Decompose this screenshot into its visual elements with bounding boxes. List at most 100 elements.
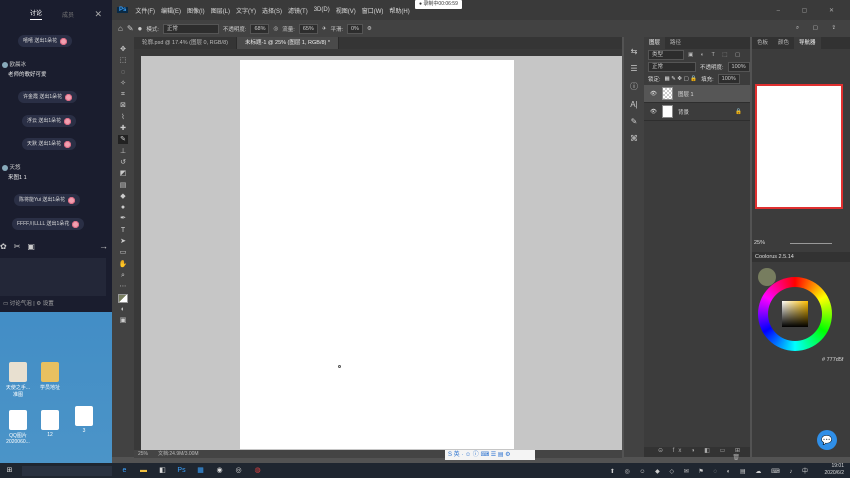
desktop-folder-icon[interactable]: 学员地址 (36, 362, 64, 391)
app-icon[interactable]: ◉ (213, 466, 226, 476)
fill-input[interactable]: 100% (717, 74, 740, 84)
color-wheel[interactable] (758, 277, 832, 351)
lasso-tool-icon[interactable]: ◌ (118, 68, 128, 77)
layer-row[interactable]: 👁 图层 1 (644, 85, 750, 103)
chrome-icon[interactable]: ◎ (232, 466, 245, 476)
ime-toolbar[interactable]: S 英 · ☺ ⓘ ⌨ ☰ ▤ ⚙ (445, 450, 535, 460)
taskbar-search[interactable] (22, 465, 112, 476)
frame-tool-icon[interactable]: ⊠ (118, 101, 128, 110)
navigator-zoom[interactable]: 25% (754, 240, 765, 246)
windows-start-icon[interactable]: ⊞ (3, 466, 16, 476)
mode-select[interactable]: 正常 (162, 23, 219, 34)
more-tools-icon[interactable]: ⋯ (118, 282, 128, 291)
tab-navigator[interactable]: 导航器 (794, 37, 821, 49)
tab-discuss[interactable]: 讨论 (30, 8, 43, 20)
menu-type[interactable]: 文字(Y) (233, 6, 259, 15)
chat-input[interactable] (0, 258, 106, 296)
gradient-tool-icon[interactable]: ▤ (118, 181, 128, 190)
image-icon[interactable]: ▣ (27, 242, 35, 251)
tab-members[interactable]: 成员 (62, 10, 74, 19)
menu-file[interactable]: 文件(F) (132, 6, 158, 15)
menu-image[interactable]: 图像(I) (184, 6, 208, 15)
home-icon[interactable]: ⌂ (118, 24, 123, 33)
layer-row[interactable]: 👁 背景 🔒 (644, 103, 750, 121)
eyedropper-icon[interactable]: ⌇ (118, 113, 128, 122)
filter-icons[interactable]: ▣ ◐ T ⬚ ▢ (688, 52, 743, 58)
eye-icon[interactable]: 👁 (650, 91, 657, 97)
menu-filter[interactable]: 滤镜(T) (285, 6, 311, 15)
character-icon[interactable]: A| (630, 100, 637, 109)
lock-icons[interactable]: ▦ ✎ ✥ ▢ 🔒 (665, 76, 698, 82)
screen-mode-icon[interactable]: ▣ (118, 316, 128, 325)
send-arrow-icon[interactable]: → (99, 241, 108, 251)
settings-button[interactable]: 设置 (43, 301, 54, 307)
close-icon[interactable]: ✕ (94, 9, 102, 20)
desktop-icon[interactable]: 天使之手... 准图 (4, 362, 32, 398)
tab-layers[interactable]: 图层 (644, 37, 666, 49)
zoom-tool-icon[interactable]: ⌕ (118, 271, 128, 280)
brush-settings-icon[interactable]: ✎ (631, 117, 638, 126)
move-tool-icon[interactable]: ✥ (118, 45, 128, 54)
layer-filter-select[interactable]: 类型 (648, 50, 684, 60)
tab-swatches[interactable]: 色板 (752, 37, 773, 49)
desktop-icon[interactable]: 12 (36, 410, 64, 438)
app-icon[interactable]: ▦ (194, 466, 207, 476)
clone-source-icon[interactable]: ⌘ (630, 134, 638, 143)
search-icon[interactable]: ⌕ ▢ ⇪ (796, 25, 842, 32)
pressure-icon[interactable]: ◎ (273, 26, 278, 32)
menu-3d[interactable]: 3D(D) (311, 7, 333, 13)
zoom-level[interactable]: 25% (138, 450, 148, 458)
history-brush-icon[interactable]: ↺ (118, 158, 128, 167)
flower-icon[interactable]: ✿ (0, 242, 7, 251)
desktop-icon[interactable]: 3 (70, 406, 98, 434)
brush-icon[interactable]: ✎ (127, 24, 134, 33)
edge-icon[interactable]: e (118, 466, 131, 476)
tab-color[interactable]: 颜色 (773, 37, 794, 49)
menu-help[interactable]: 帮助(H) (386, 6, 412, 15)
hand-tool-icon[interactable]: ✋ (118, 260, 128, 269)
eye-icon[interactable]: 👁 (650, 109, 657, 115)
layer-opacity-input[interactable]: 100% (727, 62, 750, 72)
info-icon[interactable]: ⓘ (630, 81, 638, 92)
zoom-slider[interactable] (790, 243, 832, 244)
tab-document-2[interactable]: 未标题-1 @ 25% (图层 1, RGB/8) * (236, 37, 340, 49)
path-select-icon[interactable]: ➤ (118, 237, 128, 246)
text-tool-icon[interactable]: T (118, 226, 128, 235)
dodge-tool-icon[interactable]: ● (118, 203, 128, 212)
stamp-tool-icon[interactable]: ⊥ (118, 147, 128, 156)
document-canvas[interactable] (240, 60, 514, 449)
tab-document-1[interactable]: 轮廓.psd @ 17.4% (图层 0, RGB/8) (134, 37, 237, 49)
app-icon[interactable]: ◧ (156, 466, 169, 476)
quick-mask-icon[interactable]: ◐ (118, 305, 128, 314)
marquee-tool-icon[interactable]: ⬚ (118, 56, 128, 65)
gear-icon[interactable]: ⚙ (367, 26, 372, 32)
navigator-preview[interactable] (755, 84, 843, 209)
desktop-icon[interactable]: QQ图片 2020060... (4, 410, 32, 445)
system-tray[interactable]: ⬆ ◎ ☺ ◆ ◇ ✉ ⚑ ◌ ◐ ▤ ☁ ⌨ ♪ 中 (610, 466, 812, 475)
menu-window[interactable]: 窗口(W) (359, 6, 387, 15)
layer-actions[interactable]: ⊝ fx ◑ ◧ ▭ ⊞ 🗑 (644, 447, 750, 461)
menu-view[interactable]: 视图(V) (333, 6, 359, 15)
magic-wand-icon[interactable]: ✧ (118, 79, 128, 88)
recording-indicator[interactable]: ● 录制中00:06:59 (415, 0, 462, 9)
photoshop-taskbar-icon[interactable]: Ps (175, 466, 188, 476)
window-controls[interactable]: – ▢ ✕ (777, 7, 844, 14)
brush-tool-icon[interactable]: ✎ (118, 135, 128, 145)
flow-input[interactable]: 65% (298, 23, 318, 34)
menu-layer[interactable]: 图层(L) (208, 6, 233, 15)
smooth-input[interactable]: 0% (346, 23, 363, 34)
shape-tool-icon[interactable]: ▭ (118, 248, 128, 257)
pen-tool-icon[interactable]: ✒ (118, 214, 128, 223)
discuss-bubble-button[interactable]: 讨论气泡 (10, 301, 32, 307)
menu-select[interactable]: 选择(S) (259, 6, 285, 15)
app-icon[interactable]: ◍ (251, 466, 264, 476)
blend-mode-select[interactable]: 正常 (648, 62, 696, 72)
opacity-input[interactable]: 68% (250, 23, 270, 34)
adjustments-icon[interactable]: ☰ (630, 64, 637, 73)
clock[interactable]: 19:01 2020/6/2 (825, 463, 844, 478)
file-explorer-icon[interactable]: ▬ (137, 466, 150, 476)
color-square[interactable] (782, 301, 808, 327)
eraser-tool-icon[interactable]: ◩ (118, 169, 128, 178)
brush-size-icon[interactable]: ● (138, 24, 143, 33)
blur-tool-icon[interactable]: ◆ (118, 192, 128, 201)
